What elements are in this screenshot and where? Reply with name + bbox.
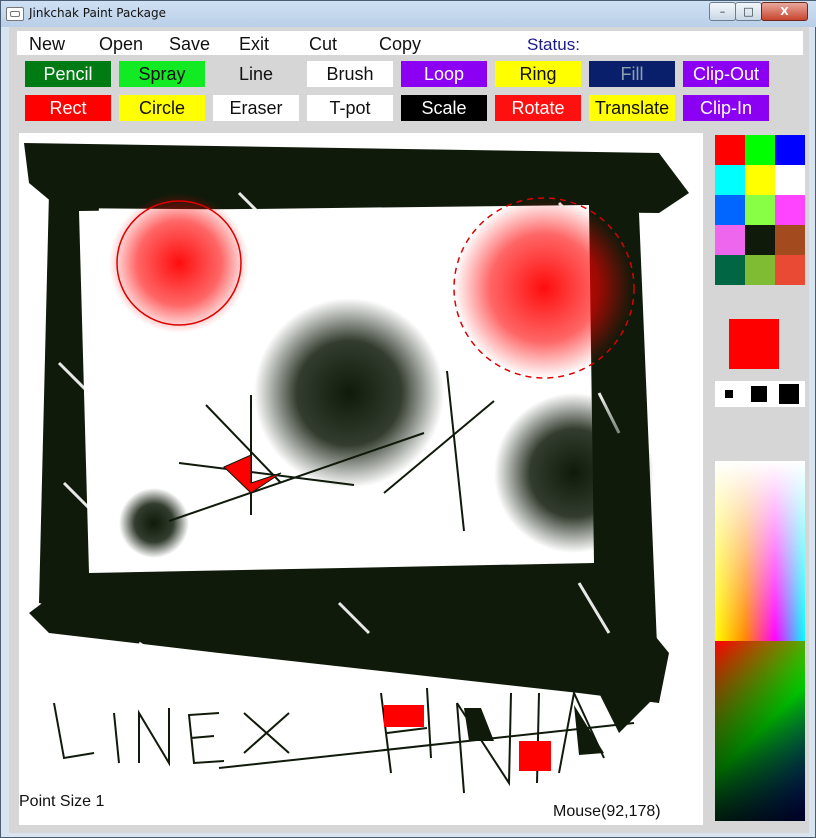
swatch-violet[interactable] [715,225,745,255]
tool-rotate[interactable]: Rotate [495,95,581,121]
color-palette [715,135,805,285]
title-bar[interactable]: Jinkchak Paint Package – □ X [1,1,816,27]
color-shade-picker[interactable] [715,641,805,821]
tool-line[interactable]: Line [213,61,299,87]
menu-open[interactable]: Open [99,34,143,55]
current-color-indicator [729,319,779,369]
tool-eraser[interactable]: Eraser [213,95,299,121]
tool-clip-in[interactable]: Clip-In [683,95,769,121]
point-size-selector [715,381,805,407]
menu-save[interactable]: Save [169,34,210,55]
canvas-drawing [24,143,689,794]
drawing-canvas[interactable]: Point Size 1 Mouse(92,178) [19,133,703,825]
swatch-lime[interactable] [745,195,775,225]
menu-bar: New Open Save Exit Cut Copy Status: [17,31,803,55]
swatch-orange[interactable] [775,255,805,285]
swatch-red[interactable] [715,135,745,165]
minimize-button[interactable]: – [709,2,736,21]
point-size-large[interactable] [779,384,799,404]
tool-ring[interactable]: Ring [495,61,581,87]
point-size-label: Point Size 1 [19,793,105,810]
maximize-button[interactable]: □ [735,2,762,21]
tool-loop[interactable]: Loop [401,61,487,87]
swatch-cyan[interactable] [715,165,745,195]
tool-circle[interactable]: Circle [119,95,205,121]
tool-brush[interactable]: Brush [307,61,393,87]
tool-spray[interactable]: Spray [119,61,205,87]
swatch-yellow[interactable] [745,165,775,195]
app-window: Jinkchak Paint Package – □ X New Open Sa… [0,0,816,838]
status-label: Status: [527,35,580,54]
close-button[interactable]: X [761,2,808,21]
tool-translate[interactable]: Translate [589,95,675,121]
swatch-olive[interactable] [745,255,775,285]
tool-rect[interactable]: Rect [25,95,111,121]
swatch-brown[interactable] [775,225,805,255]
tool-tpot[interactable]: T-pot [307,95,393,121]
handwriting-linex [53,702,290,767]
menu-cut[interactable]: Cut [309,34,337,55]
client-area: New Open Save Exit Cut Copy Status: Penc… [9,27,809,833]
tool-fill[interactable]: Fill [589,61,675,87]
swatch-black[interactable] [745,225,775,255]
point-size-small[interactable] [725,390,733,398]
swatch-green[interactable] [745,135,775,165]
swatch-teal[interactable] [715,255,745,285]
tool-clip-out[interactable]: Clip-Out [683,61,769,87]
swatch-azure[interactable] [715,195,745,225]
app-icon [6,7,24,21]
swatch-blue[interactable] [775,135,805,165]
menu-copy[interactable]: Copy [379,34,421,55]
swatch-white[interactable] [775,165,805,195]
menu-exit[interactable]: Exit [239,34,269,55]
point-size-medium[interactable] [751,386,767,402]
mouse-coordinates: Mouse(92,178) [553,803,661,820]
tool-pencil[interactable]: Pencil [25,61,111,87]
color-gradient-picker[interactable] [715,461,805,641]
window-title: Jinkchak Paint Package [29,6,166,20]
swatch-magenta[interactable] [775,195,805,225]
tool-scale[interactable]: Scale [401,95,487,121]
menu-new[interactable]: New [29,34,65,55]
